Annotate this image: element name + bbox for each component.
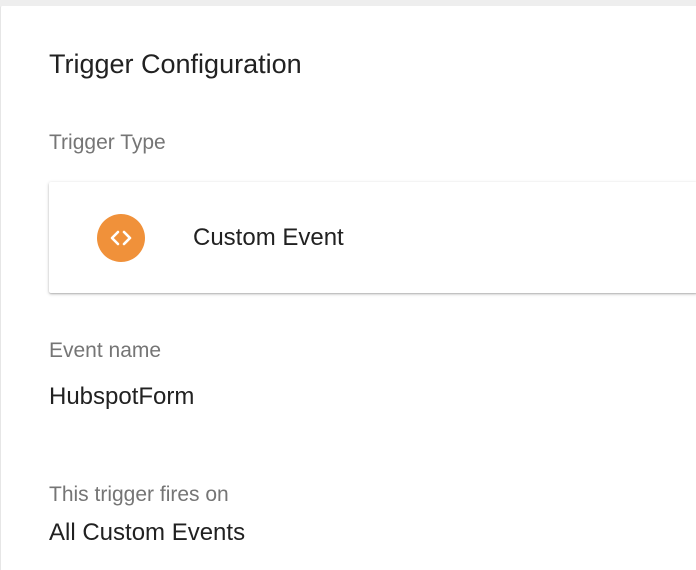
trigger-type-card[interactable]: Custom Event (49, 182, 696, 293)
event-name-label: Event name (49, 339, 162, 362)
trigger-type-name: Custom Event (193, 224, 344, 251)
trigger-type-label: Trigger Type (49, 131, 166, 154)
panel-title: Trigger Configuration (49, 49, 302, 79)
trigger-configuration-panel: Trigger Configuration Trigger Type Custo… (0, 6, 696, 570)
fires-on-label: This trigger fires on (49, 483, 229, 506)
fires-on-value: All Custom Events (49, 519, 246, 546)
code-brackets-icon (97, 214, 145, 262)
event-name-value: HubspotForm (49, 383, 195, 410)
